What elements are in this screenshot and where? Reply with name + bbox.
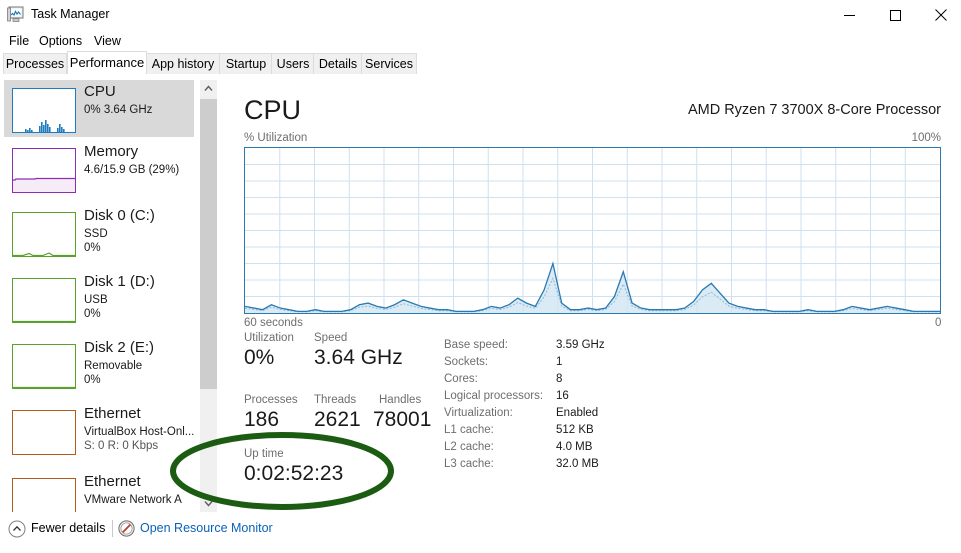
stat-value-threads: 2621 bbox=[314, 408, 361, 431]
sidebar-item-title: Disk 2 (E:) bbox=[84, 339, 155, 356]
open-resource-monitor-link[interactable]: Open Resource Monitor bbox=[140, 521, 273, 535]
sidebar-scrollbar[interactable] bbox=[200, 80, 217, 512]
close-button[interactable] bbox=[918, 0, 961, 30]
stat-value-utilization: 0% bbox=[244, 346, 275, 369]
sidebar-item-subtitle: 4.6/15.9 GB (29%) bbox=[84, 164, 180, 176]
sidebar-item-detail: 0% bbox=[84, 308, 101, 320]
menu-item-view[interactable]: View bbox=[88, 30, 127, 52]
stat-value-speed: 3.64 GHz bbox=[314, 346, 403, 369]
task-manager-icon bbox=[7, 6, 25, 23]
task-manager-window: Task Manager File Options View Processes… bbox=[0, 0, 961, 553]
graph-x-axis-left: 60 seconds bbox=[244, 317, 303, 329]
sidebar-item-subtitle: USB bbox=[84, 294, 108, 306]
tab-performance[interactable]: Performance bbox=[67, 51, 147, 74]
sidebar-item-ethernet-virtualbox[interactable]: Ethernet VirtualBox Host-Onl... S: 0 R: 0 … bbox=[4, 402, 194, 459]
info-value-l3-cache: 32.0 MB bbox=[556, 458, 599, 470]
stat-label-speed: Speed bbox=[314, 332, 348, 344]
info-key-l1-cache: L1 cache: bbox=[444, 424, 494, 436]
stat-value-processes: 186 bbox=[244, 408, 280, 431]
menu-item-options[interactable]: Options bbox=[33, 30, 88, 52]
maximize-button[interactable] bbox=[872, 0, 918, 30]
info-key-l2-cache: L2 cache: bbox=[444, 441, 494, 453]
info-value-virtualization: Enabled bbox=[556, 407, 599, 419]
stat-label-utilization: Utilization bbox=[244, 332, 294, 344]
window-title: Task Manager bbox=[31, 7, 110, 21]
info-value-cores: 8 bbox=[556, 373, 563, 385]
menu-bar: File Options View bbox=[0, 30, 961, 52]
tab-strip: Processes Performance App history Startup Us… bbox=[0, 51, 961, 74]
info-value-l2-cache: 4.0 MB bbox=[556, 441, 593, 453]
info-value-l1-cache: 512 KB bbox=[556, 424, 594, 436]
minimize-button[interactable] bbox=[826, 0, 872, 30]
tab-app-history[interactable]: App history bbox=[145, 53, 221, 74]
info-value-logical-processors: 16 bbox=[556, 390, 569, 402]
stat-label-processes: Processes bbox=[244, 394, 298, 406]
graph-x-axis-right: 0 bbox=[935, 317, 942, 329]
footer-divider bbox=[112, 520, 113, 537]
stat-value-up-time: 0:02:52:23 bbox=[244, 462, 344, 485]
info-key-logical-processors: Logical processors: bbox=[444, 390, 544, 402]
sidebar-thumbnail-disk-2 bbox=[12, 344, 76, 389]
sidebar-item-title: Disk 1 (D:) bbox=[84, 273, 155, 290]
info-key-virtualization: Virtualization: bbox=[444, 407, 513, 419]
sidebar-item-title: Ethernet bbox=[84, 473, 141, 490]
sidebar-thumbnail-ethernet-vmware bbox=[12, 478, 76, 512]
graph-y-axis-max: 100% bbox=[911, 132, 941, 144]
scrollbar-thumb[interactable] bbox=[200, 99, 217, 389]
sidebar-item-detail: 0% bbox=[84, 374, 101, 386]
stat-label-threads: Threads bbox=[314, 394, 357, 406]
sidebar-item-cpu[interactable]: CPU 0% 3.64 GHz bbox=[4, 80, 194, 137]
sidebar-thumbnail-cpu bbox=[12, 88, 76, 133]
info-key-sockets: Sockets: bbox=[444, 356, 489, 368]
sidebar-thumbnail-ethernet-virtualbox bbox=[12, 410, 76, 455]
menu-item-file[interactable]: File bbox=[3, 30, 35, 52]
sidebar-item-detail: 0% bbox=[84, 242, 101, 254]
sidebar-item-title: Memory bbox=[84, 143, 139, 160]
sidebar-item-subtitle: 0% 3.64 GHz bbox=[84, 104, 153, 116]
sidebar-thumbnail-disk-1 bbox=[12, 278, 76, 323]
tab-users[interactable]: Users bbox=[271, 53, 315, 74]
tab-startup[interactable]: Startup bbox=[219, 53, 273, 74]
sidebar-item-memory[interactable]: Memory 4.6/15.9 GB (29%) bbox=[4, 140, 194, 197]
info-key-l3-cache: L3 cache: bbox=[444, 458, 494, 470]
sidebar-item-detail: S: 0 R: 0 Kbps bbox=[84, 440, 159, 452]
info-key-cores: Cores: bbox=[444, 373, 478, 385]
tab-processes[interactable]: Processes bbox=[3, 53, 67, 74]
cpu-utilization-graph[interactable] bbox=[244, 147, 941, 314]
graph-y-axis-label: % Utilization bbox=[244, 132, 308, 144]
sidebar-item-ethernet-vmware[interactable]: Ethernet VMware Network A bbox=[4, 470, 194, 512]
cpu-detail-panel: CPU AMD Ryzen 7 3700X 8-Core Processor %… bbox=[222, 80, 961, 512]
scroll-up-arrow-icon[interactable] bbox=[200, 80, 217, 97]
fewer-details-chevron-icon[interactable] bbox=[8, 520, 26, 538]
tab-details[interactable]: Details bbox=[313, 53, 363, 74]
page-title: CPU bbox=[244, 95, 302, 125]
sidebar-item-title: Disk 0 (C:) bbox=[84, 207, 155, 224]
fewer-details-label[interactable]: Fewer details bbox=[31, 521, 105, 535]
sidebar-item-title: CPU bbox=[84, 83, 116, 100]
sidebar-item-disk-0[interactable]: Disk 0 (C:) SSD 0% bbox=[4, 204, 194, 261]
title-bar: Task Manager bbox=[0, 0, 961, 30]
sidebar-item-title: Ethernet bbox=[84, 405, 141, 422]
sidebar-item-subtitle: SSD bbox=[84, 228, 108, 240]
info-value-sockets: 1 bbox=[556, 356, 563, 368]
sidebar-item-subtitle: VirtualBox Host-Onl... bbox=[84, 426, 195, 438]
tab-services[interactable]: Services bbox=[361, 53, 417, 74]
stat-label-handles: Handles bbox=[379, 394, 422, 406]
resource-sidebar[interactable]: CPU 0% 3.64 GHz Memory 4.6/15.9 GB (29%) D… bbox=[0, 80, 200, 512]
sidebar-thumbnail-memory bbox=[12, 148, 76, 193]
sidebar-item-subtitle: VMware Network A bbox=[84, 494, 182, 506]
stat-label-up-time: Up time bbox=[244, 448, 284, 460]
info-value-base-speed: 3.59 GHz bbox=[556, 339, 605, 351]
scroll-down-arrow-icon[interactable] bbox=[200, 495, 217, 512]
info-key-base-speed: Base speed: bbox=[444, 339, 508, 351]
sidebar-thumbnail-disk-0 bbox=[12, 212, 76, 257]
cpu-model-name: AMD Ryzen 7 3700X 8-Core Processor bbox=[687, 102, 941, 118]
sidebar-item-disk-1[interactable]: Disk 1 (D:) USB 0% bbox=[4, 270, 194, 327]
sidebar-item-subtitle: Removable bbox=[84, 360, 143, 372]
resource-monitor-icon[interactable] bbox=[118, 520, 135, 537]
stat-value-handles: 78001 bbox=[373, 408, 432, 431]
sidebar-item-disk-2[interactable]: Disk 2 (E:) Removable 0% bbox=[4, 336, 194, 393]
